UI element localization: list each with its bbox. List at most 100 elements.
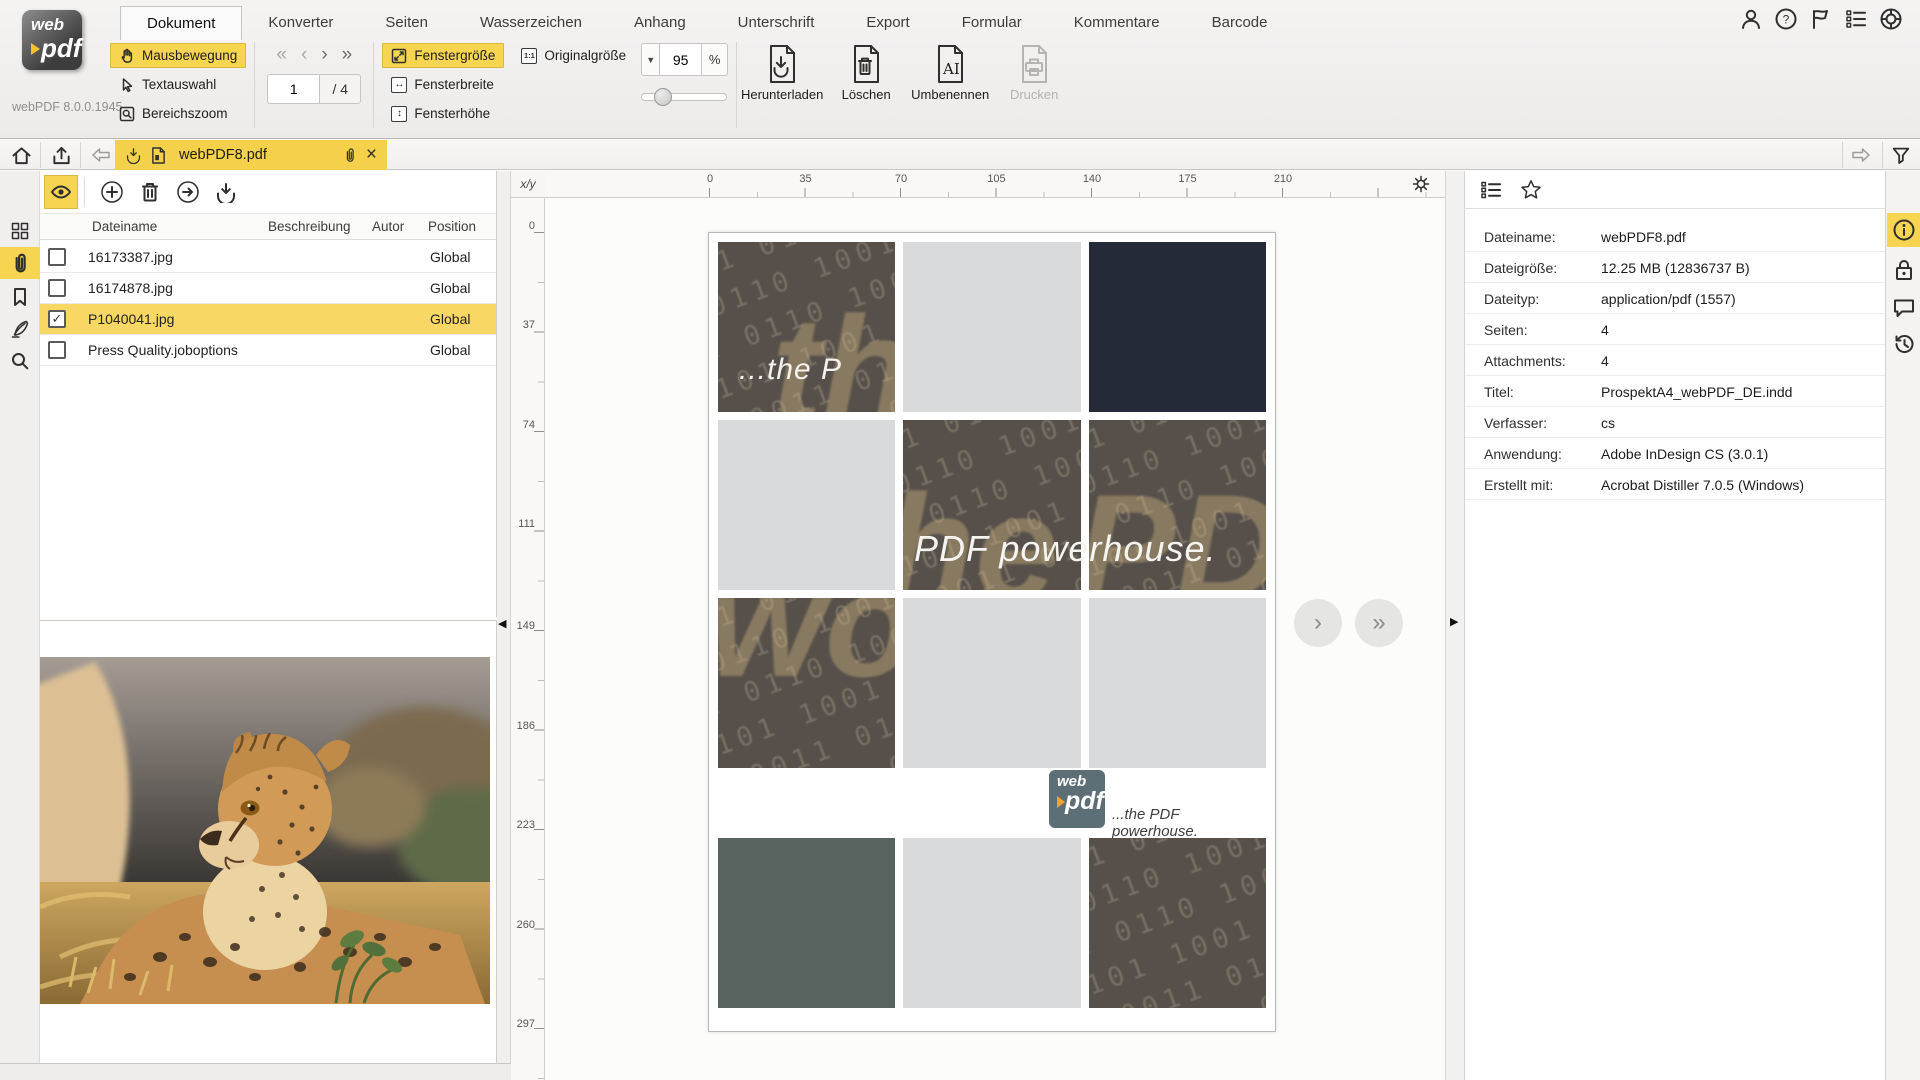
upload-button[interactable] (48, 143, 74, 167)
zoom-slider-knob[interactable] (654, 88, 672, 106)
delete-attachment-button[interactable] (133, 175, 167, 209)
column-dateiname[interactable]: Dateiname (92, 219, 157, 234)
preview-attachment-button[interactable] (44, 175, 78, 209)
fensterhoehe-button[interactable]: ↕ Fensterhöhe (382, 101, 635, 126)
tab-dokument[interactable]: Dokument (120, 6, 242, 40)
fit-width-icon: ↔ (391, 77, 407, 93)
tab-seiten[interactable]: Seiten (359, 6, 454, 40)
mausbewegung-button[interactable]: Mausbewegung (110, 43, 246, 68)
zoom-slider[interactable] (641, 93, 727, 101)
row-checkbox[interactable] (48, 279, 66, 297)
download-attachment-button[interactable] (209, 175, 243, 209)
herunterladen-label: Herunterladen (741, 87, 823, 102)
thumbnails-panel-button[interactable] (0, 215, 40, 247)
user-account-icon[interactable] (1738, 6, 1764, 32)
x-tick: 175 (1175, 173, 1201, 185)
tab-pdf-file-icon (151, 147, 166, 164)
attachment-position: Global (430, 311, 470, 327)
bereichszoom-button[interactable]: Bereichszoom (110, 101, 246, 126)
plus-circle-icon (100, 180, 124, 204)
zoom-value-input[interactable] (660, 43, 702, 76)
bookmarks-panel-button[interactable] (0, 281, 40, 313)
textauswahl-button[interactable]: Textauswahl (110, 72, 246, 97)
tab-barcode[interactable]: Barcode (1186, 6, 1294, 40)
column-position[interactable]: Position (428, 219, 476, 234)
comments-panel-button[interactable] (1887, 291, 1920, 325)
tab-download-icon[interactable] (125, 147, 142, 164)
column-autor[interactable]: Autor (372, 219, 404, 234)
fensterbreite-button[interactable]: ↔ Fensterbreite (382, 72, 635, 97)
y-tick: 149 (511, 620, 535, 632)
ribbon-separator (254, 42, 255, 128)
tab-wasserzeichen[interactable]: Wasserzeichen (454, 6, 608, 40)
attachment-row[interactable]: 16173387.jpg Global (40, 242, 496, 273)
row-checkbox-checked[interactable]: ✓ (48, 310, 66, 328)
loeschen-button[interactable]: Löschen (829, 42, 903, 102)
tasklist-icon[interactable] (1843, 6, 1869, 32)
previous-page-button[interactable]: ‹ (301, 46, 307, 64)
search-panel-button[interactable] (0, 345, 40, 377)
row-checkbox[interactable] (48, 248, 66, 266)
fenstergroesse-button[interactable]: Fenstergröße (382, 43, 504, 68)
toolbar-separator (84, 177, 85, 207)
right-panel-splitter[interactable]: ▶ (1445, 171, 1465, 1080)
next-page-button[interactable]: › (321, 46, 327, 64)
tab-konverter[interactable]: Konverter (242, 6, 359, 40)
hand-icon (119, 48, 135, 64)
favorites-star-button[interactable] (1518, 177, 1544, 203)
add-attachment-button[interactable] (95, 175, 129, 209)
tab-kommentare[interactable]: Kommentare (1048, 6, 1186, 40)
forward-button[interactable] (1848, 143, 1874, 167)
attachment-position: Global (430, 249, 470, 265)
document-file-tab[interactable]: webPDF8.pdf × (115, 140, 387, 170)
attachment-row-selected[interactable]: ✓ P1040041.jpg Global (40, 304, 496, 335)
row-checkbox[interactable] (48, 341, 66, 359)
attachment-row[interactable]: 16174878.jpg Global (40, 273, 496, 304)
x-tick: 140 (1079, 173, 1105, 185)
last-page-button[interactable]: » (342, 46, 353, 64)
attachment-preview-panel (40, 620, 497, 1063)
filter-button[interactable] (1888, 143, 1914, 167)
flag-feedback-icon[interactable] (1808, 6, 1834, 32)
tab-formular[interactable]: Formular (936, 6, 1048, 40)
detail-row: Anwendung:Adobe InDesign CS (3.0.1) (1465, 438, 1885, 469)
detail-row: Dateiname:webPDF8.pdf (1465, 221, 1885, 252)
collapse-left-panel-button[interactable]: ◀ (498, 617, 506, 630)
app-version: webPDF 8.0.0.1945 (12, 100, 123, 114)
first-page-button[interactable]: « (276, 46, 287, 64)
back-button[interactable] (88, 143, 114, 167)
detail-list-view-button[interactable] (1478, 177, 1504, 203)
info-panel-button[interactable] (1887, 213, 1920, 247)
support-lifering-icon[interactable] (1878, 6, 1904, 32)
herunterladen-button[interactable]: Herunterladen (745, 42, 819, 102)
one-to-one-icon: 1:1 (521, 48, 537, 64)
signature-panel-button[interactable] (0, 313, 40, 345)
security-panel-button[interactable] (1887, 253, 1920, 287)
delete-file-icon (848, 44, 884, 84)
y-tick: 297 (511, 1018, 535, 1030)
close-tab-button[interactable]: × (366, 147, 377, 163)
left-panel-splitter[interactable]: ◀ (497, 171, 511, 1063)
history-panel-button[interactable] (1887, 327, 1920, 361)
expand-right-panel-button[interactable]: ▶ (1450, 615, 1458, 628)
zoom-dropdown-button[interactable]: ▼ (641, 43, 660, 76)
originalgroesse-button[interactable]: 1:1 Originalgröße (512, 43, 635, 68)
tab-unterschrift[interactable]: Unterschrift (712, 6, 841, 40)
tab-export[interactable]: Export (840, 6, 935, 40)
drucken-button[interactable]: Drucken (997, 42, 1071, 102)
page-caption: ...the P (739, 353, 842, 387)
tab-anhang[interactable]: Anhang (608, 6, 712, 40)
column-beschreibung[interactable]: Beschreibung (268, 219, 351, 234)
next-page-circle-button[interactable]: › (1294, 599, 1342, 647)
attachment-row[interactable]: Press Quality.joboptions Global (40, 335, 496, 366)
drucken-label: Drucken (1010, 87, 1058, 102)
help-icon[interactable]: ? (1773, 6, 1799, 32)
extract-attachment-button[interactable] (171, 175, 205, 209)
attachments-panel-button[interactable] (0, 247, 40, 279)
current-page-input[interactable] (267, 74, 319, 104)
umbenennen-button[interactable]: AI Umbenennen (913, 42, 987, 102)
ruler-settings-gear-icon[interactable] (1411, 174, 1431, 194)
home-button[interactable] (8, 143, 34, 167)
document-canvas[interactable]: 0110 1001 0110 0101 1001 0110 0101 0011 … (545, 198, 1445, 1080)
last-page-circle-button[interactable]: » (1355, 599, 1403, 647)
